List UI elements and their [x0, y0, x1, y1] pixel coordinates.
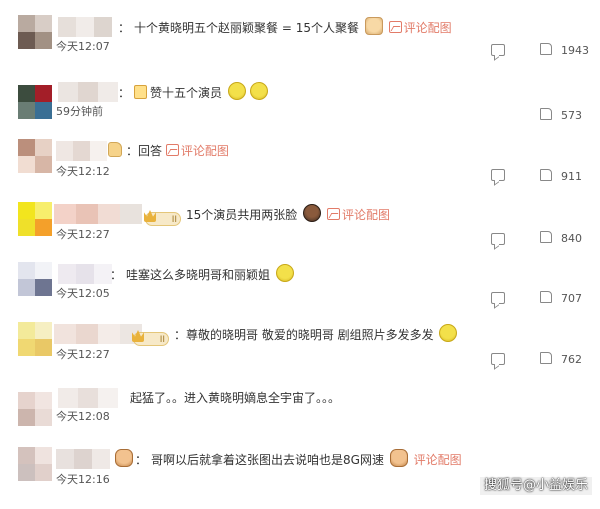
- like-button[interactable]: 762: [540, 352, 582, 367]
- comment-body: ：哇塞这么多晓明哥和丽颖姐: [110, 264, 296, 285]
- picture-icon: [388, 21, 402, 33]
- bunny-emoji-icon: [115, 449, 133, 467]
- avatar[interactable]: [18, 85, 52, 119]
- reply-icon[interactable]: [491, 44, 505, 56]
- like-count: 840: [561, 232, 582, 245]
- comment-body: ： 赞十五个演员: [118, 82, 270, 103]
- like-button[interactable]: 1943: [540, 43, 589, 58]
- comment-text: 哥啊以后就拿着这张图出去说咱也是8G网速: [151, 453, 384, 467]
- avatar[interactable]: [18, 202, 52, 236]
- picture-icon: [326, 208, 340, 220]
- vip-badge: II: [133, 332, 169, 346]
- picture-link[interactable]: 评论配图: [414, 453, 462, 467]
- comment-text: 十个黄晓明五个赵丽颖聚餐 = 15个人聚餐: [134, 21, 359, 35]
- timestamp: 59分钟前: [56, 105, 103, 118]
- name-separator: ：: [118, 86, 131, 100]
- timestamp: 今天12:27: [56, 348, 110, 361]
- thumbs-up-emoji-icon: [134, 85, 148, 99]
- reply-icon[interactable]: [491, 169, 505, 181]
- bunny-emoji-icon: [389, 449, 408, 467]
- picture-link[interactable]: 评论配图: [165, 144, 229, 158]
- face-emoji-icon: [249, 82, 268, 100]
- dark-face-emoji-icon: [303, 204, 322, 222]
- timestamp: 今天12:16: [56, 473, 110, 486]
- avatar[interactable]: [18, 15, 52, 49]
- face-emoji-icon: [227, 82, 246, 100]
- face-emoji-icon: [439, 324, 458, 342]
- comment-body: II ：尊敬的晓明哥 敬爱的晓明哥 剧组照片多发多发: [133, 324, 459, 346]
- timestamp: 今天12:05: [56, 287, 110, 300]
- comment-body: ：哥啊以后就拿着这张图出去说咱也是8G网速 评论配图: [113, 449, 462, 470]
- avatar[interactable]: [18, 262, 52, 296]
- avatar[interactable]: [18, 447, 52, 481]
- watermark: 搜狐号@小益娱乐: [479, 477, 592, 495]
- avatar[interactable]: [18, 392, 52, 426]
- like-button[interactable]: 911: [540, 169, 582, 184]
- like-count: 707: [561, 292, 582, 305]
- like-button[interactable]: 707: [540, 291, 582, 306]
- picture-link[interactable]: 评论配图: [388, 21, 452, 35]
- reply-icon[interactable]: [491, 353, 505, 365]
- comment-text: 哇塞这么多晓明哥和丽颖姐: [126, 268, 271, 282]
- avatar[interactable]: [18, 322, 52, 356]
- reply-icon[interactable]: [491, 233, 505, 245]
- timestamp: 今天12:12: [56, 165, 110, 178]
- thumbs-up-icon: [540, 231, 552, 243]
- thumbs-up-icon: [540, 169, 552, 181]
- like-count: 911: [561, 170, 582, 183]
- like-count: 1943: [561, 44, 589, 57]
- timestamp: 今天12:07: [56, 40, 110, 53]
- comment-text: 15个演员共用两张脸: [186, 208, 298, 222]
- timestamp: 今天12:08: [56, 410, 110, 423]
- cat-emoji-icon: [364, 17, 383, 35]
- picture-icon: [165, 144, 179, 156]
- name-separator: ：: [110, 268, 123, 282]
- like-button[interactable]: 573: [540, 108, 582, 123]
- thumbs-up-icon: [540, 43, 552, 55]
- comment-body: ：十个黄晓明五个赵丽颖聚餐 = 15个人聚餐 评论配图: [118, 17, 452, 38]
- vip-badge: II: [145, 212, 181, 226]
- hand-emoji-icon: [108, 142, 122, 157]
- comment-body: II 15个演员共用两张脸 评论配图: [145, 204, 390, 226]
- avatar[interactable]: [18, 139, 52, 173]
- like-count: 762: [561, 353, 582, 366]
- comment-text: ：尊敬的晓明哥 敬爱的晓明哥 剧组照片多发多发: [174, 328, 434, 342]
- thumbs-up-icon: [540, 352, 552, 364]
- comment-body: ：回答 评论配图: [108, 141, 229, 161]
- name-separator: ：: [135, 453, 148, 467]
- thumbs-up-icon: [540, 108, 552, 120]
- timestamp: 今天12:27: [56, 228, 110, 241]
- comment-body: 起猛了。。进入黄晓明嫡息全宇宙了。。。: [130, 388, 340, 408]
- face-emoji-icon: [275, 264, 294, 282]
- name-separator: ：: [118, 21, 131, 35]
- comment-text: 起猛了。。进入黄晓明嫡息全宇宙了。。。: [130, 391, 341, 405]
- comment-list-screen: { "comments": [ { "name_suffix": "：", "t…: [0, 0, 600, 509]
- reply-icon[interactable]: [491, 292, 505, 304]
- like-button[interactable]: 840: [540, 231, 582, 246]
- thumbs-up-icon: [540, 291, 552, 303]
- comment-text: 赞十五个演员: [150, 86, 223, 100]
- comment-text: ：回答: [126, 144, 163, 158]
- picture-link[interactable]: 评论配图: [326, 208, 390, 222]
- like-count: 573: [561, 109, 582, 122]
